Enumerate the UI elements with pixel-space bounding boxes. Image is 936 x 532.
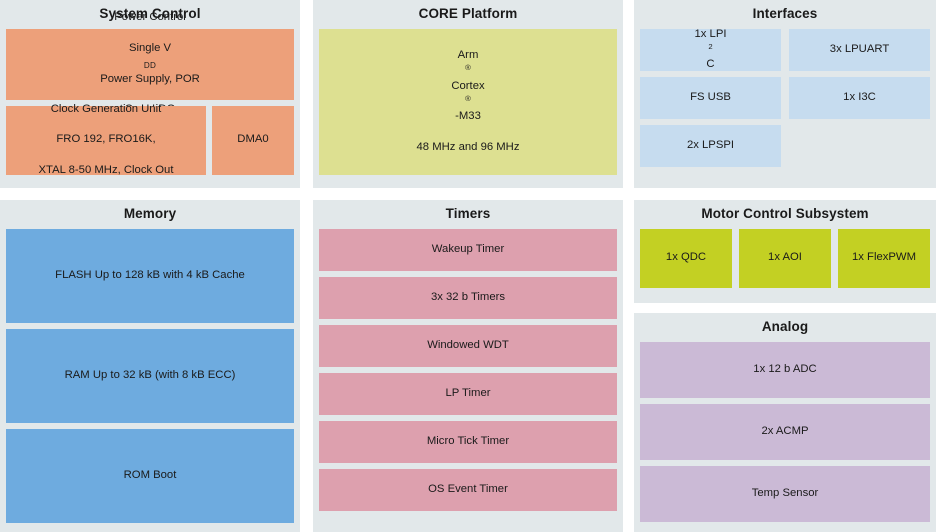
clock-generation-line-1: Clock Generation Unit <box>50 102 162 115</box>
motor-control-row: 1x QDC 1x AOI 1x FlexPWM <box>640 228 930 288</box>
panel-motor-control-subsystem: Motor Control Subsystem 1x QDC 1x AOI 1x… <box>634 200 936 303</box>
block-power-control[interactable]: Power Control Single V DD Power Supply, P… <box>6 11 294 115</box>
rom-boot-label: ROM Boot <box>123 468 177 481</box>
panel-analog: Analog 1x 12 b ADC 2x ACMP Temp Sensor <box>634 313 936 532</box>
analog-blocks: 1x 12 b ADC 2x ACMP Temp Sensor <box>634 341 936 528</box>
clock-generation-line-3: XTAL 8-50 MHz, Clock Out <box>38 163 174 176</box>
lpspi-label: 2x LPSPI <box>686 138 735 151</box>
system-control-blocks: Power Control Single V DD Power Supply, P… <box>0 11 300 187</box>
acmp-label: 2x ACMP <box>761 424 809 437</box>
panel-interfaces: Interfaces 1x LPI 2 C 3x LPUART FS USB 1x … <box>634 0 936 188</box>
memory-blocks: FLASH Up to 128 kB with 4 kB Cache RAM U… <box>0 228 300 529</box>
panel-core-platform: CORE Platform Arm ® Cortex ® -M33 48 MHz an… <box>313 0 623 188</box>
lpuart-label: 3x LPUART <box>829 42 890 55</box>
fs-usb-label: FS USB <box>690 90 731 103</box>
panel-title-memory: Memory <box>123 206 177 221</box>
panel-title-analog: Analog <box>761 319 809 334</box>
arm-registered-icon: ® <box>465 63 471 73</box>
block-clock-generation-unit[interactable]: Clock Generation Unit FRO 192, FRO16K, X… <box>6 103 206 176</box>
block-ram[interactable]: RAM Up to 32 kB (with 8 kB ECC) <box>6 328 294 423</box>
block-flash[interactable]: FLASH Up to 128 kB with 4 kB Cache <box>6 228 294 323</box>
flash-label: FLASH Up to 128 kB with 4 kB Cache <box>55 268 245 281</box>
block-fs-usb[interactable]: FS USB <box>640 76 781 119</box>
system-control-clock-row: Clock Generation Unit FRO 192, FRO16K, X… <box>6 103 294 181</box>
panel-timers: Timers Wakeup Timer 3x 32 b Timers Windo… <box>313 200 623 532</box>
micro-tick-timer-label: Micro Tick Timer <box>426 434 510 447</box>
block-arm-cortex-m33[interactable]: Arm ® Cortex ® -M33 48 MHz and 96 MHz <box>319 28 617 175</box>
clock-generation-line-2: FRO 192, FRO16K, <box>56 133 156 146</box>
dma0-label: DMA0 <box>237 133 269 146</box>
block-temp-sensor[interactable]: Temp Sensor <box>640 465 930 522</box>
windowed-wdt-label: Windowed WDT <box>427 338 509 351</box>
wakeup-timer-label: Wakeup Timer <box>431 242 505 255</box>
block-32b-timers[interactable]: 3x 32 b Timers <box>319 276 617 319</box>
block-lp-timer[interactable]: LP Timer <box>319 372 617 415</box>
block-flexpwm[interactable]: 1x FlexPWM <box>838 228 930 288</box>
panel-system-control: System Control Power Control Single V DD … <box>0 0 300 188</box>
panel-title-interfaces: Interfaces <box>752 6 818 21</box>
block-lpuart[interactable]: 3x LPUART <box>789 28 930 71</box>
lpi2c-superscript-two: 2 <box>708 41 713 51</box>
panel-title-core-platform: CORE Platform <box>418 6 518 21</box>
lpi2c-suffix: C <box>706 58 715 71</box>
power-control-line-2-prefix: Single V <box>128 41 172 54</box>
cortex-registered-icon: ® <box>465 93 471 103</box>
os-event-timer-label: OS Event Timer <box>428 482 508 495</box>
core-m33-label: -M33 <box>455 110 481 123</box>
i3c-label: 1x I3C <box>843 90 876 103</box>
power-control-vdd-subscript: DD <box>143 60 157 70</box>
lp-timer-label: LP Timer <box>445 386 491 399</box>
interfaces-grid: 1x LPI 2 C 3x LPUART FS USB 1x I3C 2x LPSP… <box>640 27 930 167</box>
block-wakeup-timer[interactable]: Wakeup Timer <box>319 228 617 271</box>
block-windowed-wdt[interactable]: Windowed WDT <box>319 324 617 367</box>
block-acmp[interactable]: 2x ACMP <box>640 403 930 460</box>
core-platform-blocks: Arm ® Cortex ® -M33 48 MHz and 96 MHz <box>313 28 623 181</box>
block-os-event-timer[interactable]: OS Event Timer <box>319 468 617 511</box>
core-arm-label: Arm <box>457 48 479 61</box>
timers-blocks: Wakeup Timer 3x 32 b Timers Windowed WDT… <box>313 228 623 523</box>
motor-control-blocks: 1x QDC 1x AOI 1x FlexPWM <box>634 228 936 294</box>
block-rom-boot[interactable]: ROM Boot <box>6 428 294 523</box>
panel-title-timers: Timers <box>445 206 491 221</box>
core-cortex-label: Cortex <box>451 79 485 92</box>
power-control-line-1: Power Control <box>114 11 186 24</box>
block-aoi[interactable]: 1x AOI <box>739 228 831 288</box>
temp-sensor-label: Temp Sensor <box>751 486 819 499</box>
block-micro-tick-timer[interactable]: Micro Tick Timer <box>319 420 617 463</box>
block-diagram: System Control Power Control Single V DD … <box>0 0 936 532</box>
qdc-label: 1x QDC <box>665 251 707 264</box>
ram-label: RAM Up to 32 kB (with 8 kB ECC) <box>64 368 236 381</box>
block-i3c[interactable]: 1x I3C <box>789 76 930 119</box>
block-adc[interactable]: 1x 12 b ADC <box>640 341 930 398</box>
panel-memory: Memory FLASH Up to 128 kB with 4 kB Cach… <box>0 200 300 532</box>
power-control-line-2-suffix: Power Supply, POR <box>100 72 200 85</box>
interfaces-blocks: 1x LPI 2 C 3x LPUART FS USB 1x I3C 2x LPSP… <box>634 27 936 173</box>
block-dma0[interactable]: DMA0 <box>212 105 294 175</box>
timers-32b-label: 3x 32 b Timers <box>430 290 506 303</box>
lpi2c-prefix: 1x LPI <box>694 27 727 40</box>
block-qdc[interactable]: 1x QDC <box>640 228 732 288</box>
block-lpi2c[interactable]: 1x LPI 2 C <box>640 27 781 71</box>
adc-label: 1x 12 b ADC <box>753 362 817 375</box>
panel-title-motor-control: Motor Control Subsystem <box>701 206 869 221</box>
flexpwm-label: 1x FlexPWM <box>851 251 917 264</box>
core-frequency-label: 48 MHz and 96 MHz <box>416 140 520 153</box>
block-lpspi[interactable]: 2x LPSPI <box>640 124 781 167</box>
aoi-label: 1x AOI <box>768 251 802 264</box>
